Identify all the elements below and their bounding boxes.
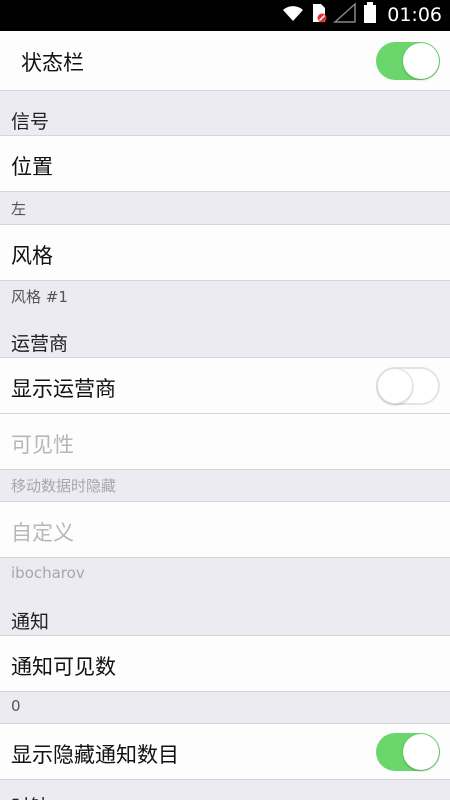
- style-row[interactable]: 风格: [0, 224, 450, 281]
- clock-time: 01:06: [387, 4, 442, 26]
- visibility-value: 移动数据时隐藏: [11, 477, 117, 495]
- show-carrier-label: 显示运营商: [11, 377, 116, 401]
- section-header-signal: 信号: [11, 111, 50, 133]
- show-carrier-toggle[interactable]: [376, 367, 440, 405]
- show-hidden-count-toggle[interactable]: [376, 733, 440, 771]
- section-header-clock: 时钟: [11, 792, 49, 800]
- show-hidden-count-row[interactable]: 显示隐藏通知数目: [0, 723, 450, 780]
- status-bar-master-row[interactable]: 状态栏: [0, 31, 450, 91]
- custom-value: ibocharov: [11, 564, 85, 582]
- position-value: 左: [11, 200, 27, 218]
- position-row[interactable]: 位置: [0, 135, 450, 192]
- toggle-knob: [377, 368, 413, 404]
- status-bar-master-toggle[interactable]: [376, 42, 440, 80]
- custom-label: 自定义: [11, 521, 74, 545]
- battery-icon: [363, 2, 377, 28]
- notif-visible-count-value: 0: [11, 697, 21, 715]
- system-status-bar: 01:06: [0, 0, 450, 31]
- visibility-label: 可见性: [11, 433, 74, 457]
- style-label: 风格: [11, 244, 53, 268]
- signal-icon: [333, 2, 357, 28]
- toggle-knob: [403, 43, 439, 79]
- notif-visible-count-row[interactable]: 通知可见数: [0, 635, 450, 692]
- visibility-row[interactable]: 可见性: [0, 413, 450, 470]
- show-hidden-count-label: 显示隐藏通知数目: [11, 743, 179, 767]
- status-icons: 01:06: [281, 2, 442, 28]
- status-bar-master-label: 状态栏: [21, 51, 84, 75]
- custom-row[interactable]: 自定义: [0, 501, 450, 558]
- style-value: 风格 #1: [11, 288, 68, 306]
- position-label: 位置: [11, 155, 53, 179]
- notif-visible-count-label: 通知可见数: [11, 655, 116, 679]
- wifi-icon: [281, 3, 305, 27]
- section-header-carrier: 运营商: [11, 333, 69, 355]
- sim-icon: [311, 2, 327, 28]
- show-carrier-row[interactable]: 显示运营商: [0, 357, 450, 414]
- toggle-knob: [403, 734, 439, 770]
- section-header-notification: 通知: [11, 611, 50, 633]
